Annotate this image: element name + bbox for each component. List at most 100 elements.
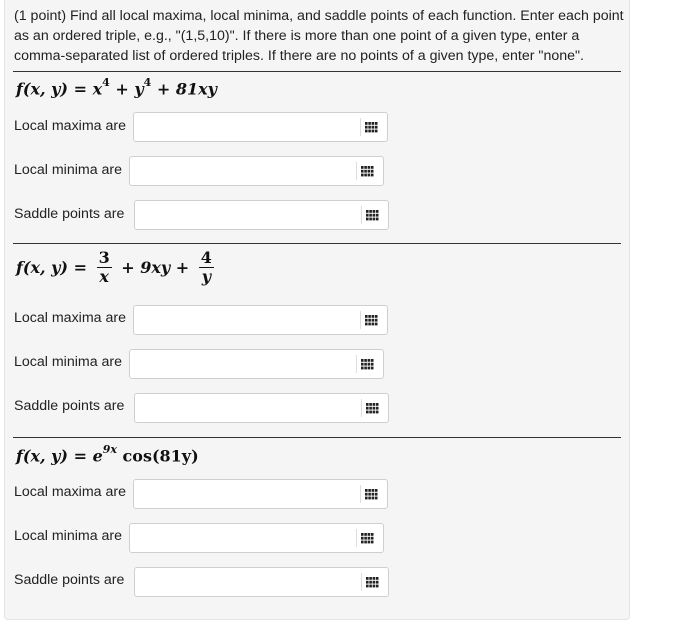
keyboard-grid-glyph bbox=[364, 488, 377, 499]
fraction-numerator: 4 bbox=[198, 248, 214, 268]
answer-field-p1-maxima[interactable] bbox=[133, 112, 388, 142]
grid-cell bbox=[372, 406, 375, 410]
divider bbox=[13, 437, 621, 438]
grid-cell bbox=[364, 496, 368, 499]
grid-cell bbox=[372, 213, 375, 217]
grid-cell bbox=[374, 318, 377, 322]
grid-cell bbox=[374, 322, 377, 325]
grid-cell bbox=[368, 584, 372, 587]
answer-input[interactable] bbox=[135, 201, 347, 229]
grid-cell bbox=[365, 406, 369, 410]
grid-cell bbox=[374, 496, 377, 499]
grid-cell bbox=[368, 580, 372, 584]
label-local-maxima: Local maxima are bbox=[14, 118, 126, 134]
grid-cell bbox=[371, 496, 374, 499]
keyboard-grid-glyph bbox=[364, 121, 377, 132]
answer-input[interactable] bbox=[134, 480, 346, 508]
grid-cell bbox=[374, 492, 377, 496]
fraction-numerator: 3 bbox=[96, 248, 112, 268]
keyboard-grid-glyph bbox=[365, 402, 378, 413]
divider bbox=[13, 71, 621, 72]
grid-cell bbox=[360, 366, 364, 369]
grid-cell bbox=[364, 129, 368, 132]
answer-input[interactable] bbox=[130, 157, 342, 185]
grid-cell bbox=[367, 492, 371, 496]
answer-input[interactable] bbox=[130, 524, 342, 552]
grid-cell bbox=[367, 532, 370, 536]
grid-cell bbox=[368, 209, 372, 213]
label-local-minima: Local minima are bbox=[14, 162, 123, 178]
grid-cell bbox=[374, 125, 377, 129]
grid-cell bbox=[374, 314, 377, 318]
grid-cell bbox=[363, 165, 367, 169]
keyboard-grid-glyph bbox=[360, 358, 373, 369]
grid-cell bbox=[371, 125, 374, 129]
grid-cell bbox=[364, 121, 368, 125]
grid-cell bbox=[370, 536, 373, 540]
keyboard-grid-icon[interactable] bbox=[356, 355, 377, 373]
answer-field-p2-saddle[interactable] bbox=[134, 393, 389, 423]
answer-field-p3-minima[interactable] bbox=[129, 523, 384, 553]
label-local-minima: Local minima are bbox=[14, 528, 123, 544]
formula-exponent: 4 bbox=[143, 76, 152, 89]
grid-cell bbox=[367, 173, 370, 176]
grid-cell bbox=[360, 173, 364, 176]
grid-cell bbox=[365, 217, 369, 220]
grid-cell bbox=[363, 358, 367, 362]
grid-cell bbox=[367, 536, 370, 540]
keyboard-grid-icon[interactable] bbox=[361, 206, 382, 224]
answer-input[interactable] bbox=[135, 568, 347, 596]
keyboard-grid-icon[interactable] bbox=[356, 529, 377, 547]
grid-cell bbox=[367, 314, 371, 318]
label-local-maxima: Local maxima are bbox=[14, 484, 126, 500]
formula-3: f(x, y) = e9x cos(81y) bbox=[16, 443, 199, 466]
grid-cell bbox=[375, 576, 378, 580]
grid-cell bbox=[372, 402, 375, 406]
grid-cell bbox=[365, 576, 369, 580]
answer-input[interactable] bbox=[134, 306, 346, 334]
grid-cell bbox=[363, 169, 367, 173]
formula-lhs: f(x, y) = bbox=[16, 79, 87, 99]
grid-cell bbox=[372, 209, 375, 213]
answer-field-p2-maxima[interactable] bbox=[133, 305, 388, 335]
keyboard-grid-icon[interactable] bbox=[361, 573, 382, 591]
formula-term: cos(81y) bbox=[122, 446, 199, 466]
grid-cell bbox=[370, 173, 373, 176]
answer-field-p3-saddle[interactable] bbox=[134, 567, 389, 597]
formula-lhs: f(x, y) = bbox=[16, 258, 87, 277]
answer-field-p1-minima[interactable] bbox=[129, 156, 384, 186]
label-local-minima: Local minima are bbox=[14, 354, 123, 370]
answer-input[interactable] bbox=[134, 113, 346, 141]
grid-cell bbox=[364, 314, 368, 318]
keyboard-grid-icon[interactable] bbox=[356, 162, 377, 180]
fraction-denominator: x bbox=[99, 267, 109, 286]
grid-cell bbox=[372, 584, 375, 587]
grid-cell bbox=[367, 125, 371, 129]
answer-field-p1-saddle[interactable] bbox=[134, 200, 389, 230]
keyboard-grid-glyph bbox=[360, 165, 373, 176]
grid-cell bbox=[367, 358, 370, 362]
answer-field-p3-maxima[interactable] bbox=[133, 479, 388, 509]
answer-field-p2-minima[interactable] bbox=[129, 349, 384, 379]
grid-cell bbox=[360, 165, 364, 169]
divider bbox=[13, 243, 621, 244]
label-saddle-points: Saddle points are bbox=[14, 572, 125, 588]
keyboard-grid-icon[interactable] bbox=[360, 311, 381, 329]
grid-cell bbox=[371, 129, 374, 132]
grid-cell bbox=[370, 532, 373, 536]
keyboard-grid-icon[interactable] bbox=[360, 118, 381, 136]
formula-1: f(x, y) = x4 + y4 + 81xy bbox=[16, 76, 217, 99]
keyboard-grid-glyph bbox=[365, 576, 378, 587]
grid-cell bbox=[367, 362, 370, 366]
keyboard-grid-icon[interactable] bbox=[360, 485, 381, 503]
grid-cell bbox=[375, 209, 378, 213]
grid-cell bbox=[372, 580, 375, 584]
grid-cell bbox=[363, 366, 367, 369]
answer-input[interactable] bbox=[135, 394, 347, 422]
grid-cell bbox=[371, 492, 374, 496]
answer-input[interactable] bbox=[130, 350, 342, 378]
label-saddle-points: Saddle points are bbox=[14, 398, 125, 414]
grid-cell bbox=[367, 318, 371, 322]
keyboard-grid-icon[interactable] bbox=[361, 399, 382, 417]
grid-cell bbox=[365, 410, 369, 413]
